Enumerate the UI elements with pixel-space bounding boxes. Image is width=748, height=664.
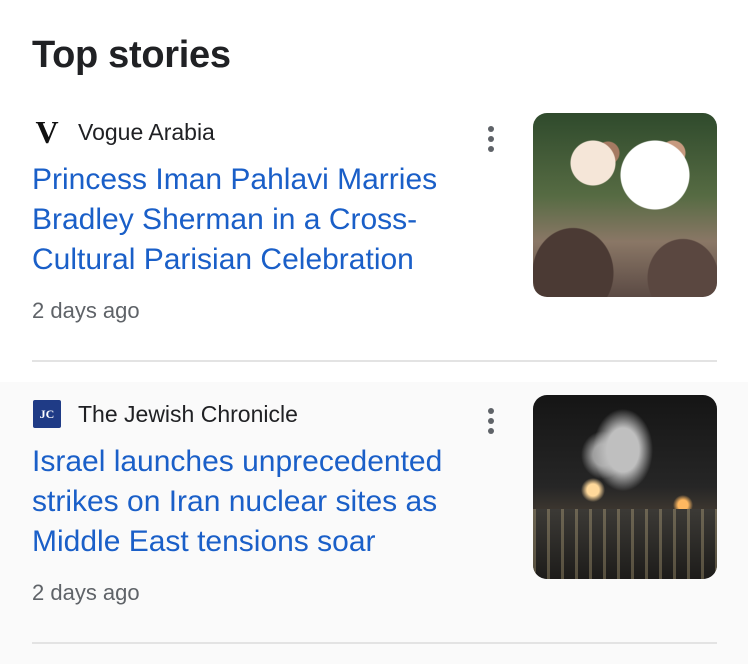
story-thumbnail[interactable] — [533, 395, 717, 579]
jewish-chronicle-logo-icon: JC — [32, 399, 62, 429]
divider — [32, 642, 717, 644]
story-card[interactable]: V Vogue Arabia Princess Iman Pahlavi Mar… — [0, 100, 748, 382]
vogue-logo-icon: V — [35, 114, 59, 150]
divider — [32, 360, 717, 362]
story-time: 2 days ago — [32, 298, 140, 323]
source-name: The Jewish Chronicle — [78, 400, 298, 427]
source-name: Vogue Arabia — [78, 118, 215, 145]
more-options-icon[interactable] — [476, 406, 506, 436]
more-options-icon[interactable] — [476, 124, 506, 154]
story-time: 2 days ago — [32, 580, 140, 605]
story-thumbnail[interactable] — [533, 113, 717, 297]
section-title: Top stories — [32, 34, 231, 76]
top-stories-panel: Top stories V Vogue Arabia Princess Iman… — [0, 0, 748, 664]
story-headline-link[interactable]: Princess Iman Pahlavi Marries Bradley Sh… — [32, 160, 482, 280]
story-card[interactable]: JC The Jewish Chronicle Israel launches … — [0, 382, 748, 664]
story-source[interactable]: JC The Jewish Chronicle — [32, 398, 298, 430]
story-source[interactable]: V Vogue Arabia — [32, 114, 215, 150]
story-headline-link[interactable]: Israel launches unprecedented strikes on… — [32, 442, 482, 562]
